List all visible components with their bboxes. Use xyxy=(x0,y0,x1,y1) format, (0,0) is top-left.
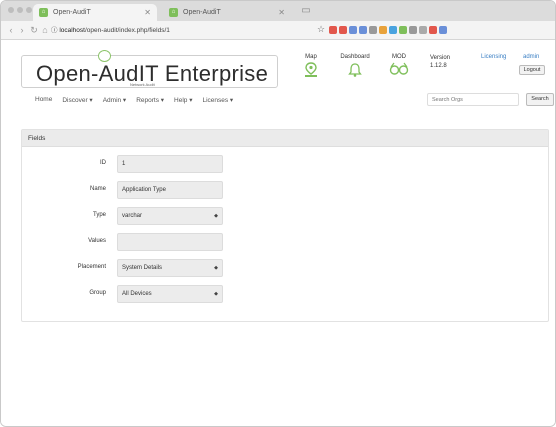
browser-tab-active[interactable]: ⌂ Open-AudiT ✕ xyxy=(33,4,157,21)
user-link[interactable]: admin xyxy=(523,54,539,60)
minimize-window-icon[interactable] xyxy=(17,7,23,13)
tab-close-icon[interactable]: ✕ xyxy=(278,4,285,21)
main-nav: Home Discover ▾ Admin ▾ Reports ▾ Help ▾… xyxy=(21,89,554,111)
browser-window: ⌂ Open-AudiT ✕ ⌂ Open-AudiT ✕ ▭ ‹ › ↻ ⌂ … xyxy=(0,0,556,427)
licensing-link[interactable]: Licensing xyxy=(481,54,506,60)
url-host: localhost xyxy=(59,27,85,34)
tab-close-icon[interactable]: ✕ xyxy=(144,4,151,21)
placement-select[interactable]: System Details ◆ xyxy=(117,259,223,277)
form-row-values: Values xyxy=(22,233,550,251)
glasses-icon xyxy=(389,62,409,75)
tab-strip: ⌂ Open-AudiT ✕ ⌂ Open-AudiT ✕ ▭ xyxy=(1,1,555,21)
nav-help[interactable]: Help ▾ xyxy=(174,96,192,104)
header-map-link[interactable]: Map xyxy=(299,54,323,78)
field-label: Values xyxy=(88,238,106,244)
logo-subtitle: Network Audit xyxy=(130,82,155,87)
app-logo[interactable]: Open-AudIT Enterprise Network Audit xyxy=(21,50,278,88)
nav-admin[interactable]: Admin ▾ xyxy=(103,96,127,104)
form-row-placement: Placement System Details ◆ xyxy=(22,259,550,277)
version-info: Version 1.12.8 xyxy=(430,54,450,70)
search-input[interactable] xyxy=(427,93,519,106)
search-button[interactable]: Search xyxy=(526,93,554,106)
extension-icons xyxy=(329,26,447,35)
version-label: Version xyxy=(430,55,451,61)
field-label: Name xyxy=(89,186,106,192)
type-select[interactable]: varchar ◆ xyxy=(117,207,223,225)
home-icon[interactable]: ⌂ xyxy=(39,24,51,36)
extension-icon[interactable] xyxy=(339,26,347,34)
nav-reports[interactable]: Reports ▾ xyxy=(136,96,164,104)
values-field[interactable] xyxy=(117,233,223,251)
url-path: /open-audit/index.php/fields/1 xyxy=(84,27,170,34)
caret-down-icon: ◆ xyxy=(214,265,218,271)
extension-icon[interactable] xyxy=(399,26,407,34)
browser-toolbar: ‹ › ↻ ⌂ ⓘ localhost/open-audit/index.php… xyxy=(1,21,555,40)
extension-icon[interactable] xyxy=(379,26,387,34)
extension-icon[interactable] xyxy=(439,26,447,34)
tab-label: Open-AudiT xyxy=(53,9,91,16)
field-value: 1 xyxy=(122,161,126,167)
favicon-icon: ⌂ xyxy=(39,8,48,17)
maximize-window-icon[interactable] xyxy=(26,7,32,13)
nav-menu: Home Discover ▾ Admin ▾ Reports ▾ Help ▾… xyxy=(35,96,233,104)
bell-icon xyxy=(348,63,362,77)
nav-licenses[interactable]: Licenses ▾ xyxy=(202,96,233,104)
favicon-icon: ⌂ xyxy=(169,8,178,17)
header-dashboard-link[interactable]: Dashboard xyxy=(335,54,375,78)
field-value: varchar xyxy=(122,213,143,219)
forward-icon[interactable]: › xyxy=(16,24,28,36)
new-tab-icon[interactable]: ▭ xyxy=(295,5,317,17)
group-select[interactable]: All Devices ◆ xyxy=(117,285,223,303)
logout-button[interactable]: Logout xyxy=(519,65,545,75)
field-label: Placement xyxy=(77,264,106,270)
version-value: 1.12.8 xyxy=(430,63,447,69)
name-field[interactable]: Application Type xyxy=(117,181,223,199)
extension-icon[interactable] xyxy=(389,26,397,34)
form-row-group: Group All Devices ◆ xyxy=(22,285,550,303)
field-value: System Details xyxy=(122,265,163,271)
extension-icon[interactable] xyxy=(429,26,437,34)
caret-down-icon: ◆ xyxy=(214,213,218,219)
extension-icon[interactable] xyxy=(329,26,337,34)
form-row-id: ID 1 xyxy=(22,155,550,173)
header-mod-link[interactable]: MOD xyxy=(388,54,410,76)
extension-icon[interactable] xyxy=(349,26,357,34)
map-label: Map xyxy=(305,54,317,60)
nav-home[interactable]: Home xyxy=(35,96,52,104)
bookmark-star-icon[interactable]: ☆ xyxy=(317,24,325,35)
form-row-name: Name Application Type xyxy=(22,181,550,199)
browser-tab[interactable]: ⌂ Open-AudiT ✕ xyxy=(163,4,291,21)
extension-icon[interactable] xyxy=(359,26,367,34)
address-bar[interactable]: ⓘ localhost/open-audit/index.php/fields/… xyxy=(51,24,317,37)
web-page: Open-AudIT Enterprise Network Audit Map … xyxy=(1,40,555,426)
fields-panel: Fields ID 1 Name Application Type Type v… xyxy=(21,129,549,322)
id-field: 1 xyxy=(117,155,223,173)
close-window-icon[interactable] xyxy=(8,7,14,13)
caret-down-icon: ◆ xyxy=(214,291,218,297)
field-label: ID xyxy=(100,160,106,166)
field-value: All Devices xyxy=(122,291,152,297)
form-row-type: Type varchar ◆ xyxy=(22,207,550,225)
extension-icon[interactable] xyxy=(409,26,417,34)
nav-discover[interactable]: Discover ▾ xyxy=(62,96,92,104)
dashboard-label: Dashboard xyxy=(340,54,370,60)
field-value: Application Type xyxy=(122,187,166,193)
extension-icon[interactable] xyxy=(369,26,377,34)
tab-label: Open-AudiT xyxy=(183,9,221,16)
field-label: Type xyxy=(92,212,106,218)
panel-title: Fields xyxy=(22,130,548,147)
mod-label: MOD xyxy=(392,54,406,60)
field-label: Group xyxy=(89,290,106,296)
map-pin-icon xyxy=(305,62,317,77)
extension-icon[interactable] xyxy=(419,26,427,34)
